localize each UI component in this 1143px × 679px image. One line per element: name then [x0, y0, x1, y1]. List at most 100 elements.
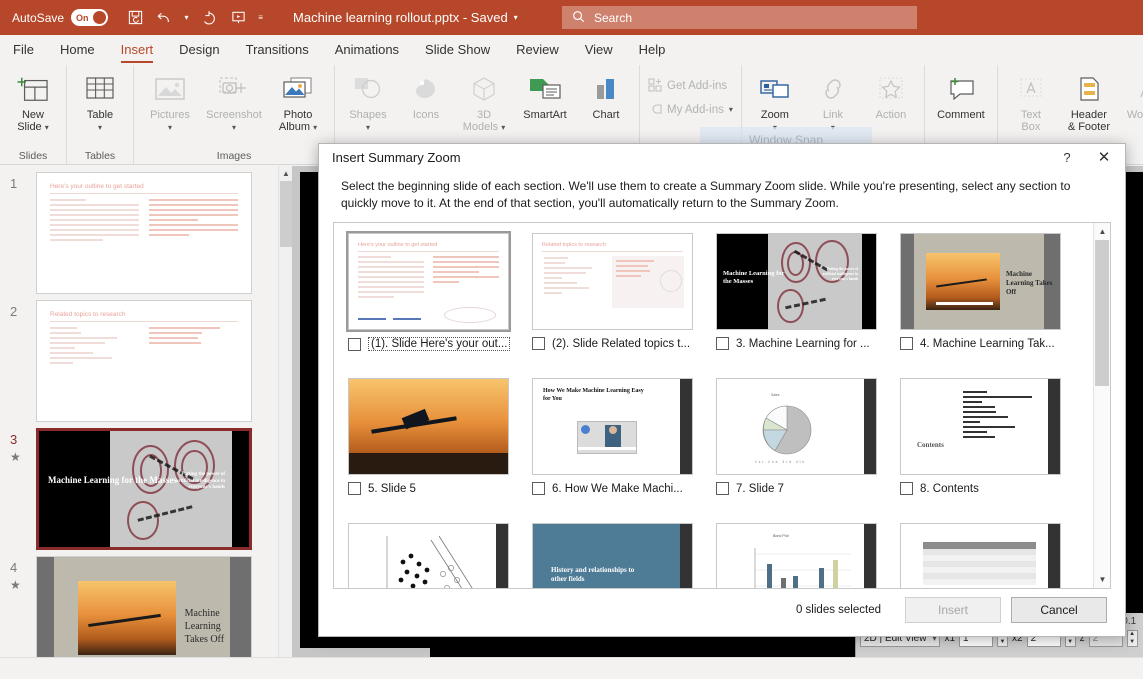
slide-picker-thumbnail-4[interactable]: Machine Learning Takes Off [900, 233, 1061, 331]
tab-home[interactable]: Home [47, 35, 108, 65]
slide-picker-label-row-1[interactable]: (1). Slide Here's your out... [348, 337, 518, 352]
slide-panel-item-1[interactable]: 1 Here's your outline to get started [0, 166, 292, 294]
slide-picker-thumbnail-6[interactable]: How We Make Machine Learning Easy for Yo… [532, 378, 693, 476]
slide-picker-item-5[interactable]: 5. Slide 5 [348, 378, 518, 523]
slide-panel-scroll-thumb[interactable] [280, 181, 292, 247]
slide-picker-item-8[interactable]: Contents 8. Contents [900, 378, 1070, 523]
help-icon[interactable]: ? [1051, 150, 1083, 165]
zoom-button[interactable]: Zoom▾ [746, 69, 804, 133]
slide-picker-scroll-down-icon[interactable]: ▼ [1094, 571, 1110, 588]
slide-panel-item-4[interactable]: 4 ★ Machine Learning Takes Off [0, 550, 292, 657]
my-add-ins-button[interactable]: My Add-ins ▾ [644, 98, 737, 122]
tab-animations[interactable]: Animations [322, 35, 412, 65]
slide-thumbnail-4[interactable]: Machine Learning Takes Off [36, 556, 252, 657]
tab-view[interactable]: View [572, 35, 626, 65]
slide-picker-item-9[interactable] [348, 523, 518, 589]
slide-picker-thumbnail-5[interactable] [348, 378, 509, 476]
slide-thumbnail-3[interactable]: Machine Learning for the Masses Putting … [36, 428, 252, 550]
slide-picker-thumbnail-7[interactable]: Sales 1st 2nd 3rd 4th [716, 378, 877, 476]
shapes-button[interactable]: Shapes ▾ [339, 69, 397, 133]
slide-picker-label-row-5[interactable]: 5. Slide 5 [348, 482, 518, 496]
slide-picker[interactable]: Here's your outline to get started (1). … [333, 222, 1111, 590]
slide-picker-item-6[interactable]: How We Make Machine Learning Easy for Yo… [532, 378, 702, 523]
cancel-button[interactable]: Cancel [1011, 596, 1107, 623]
slide-picker-item-3[interactable]: Machine Learning for the Masses Putting … [716, 233, 886, 378]
slide-picker-label-row-3[interactable]: 3. Machine Learning for ... [716, 337, 886, 351]
slide-picker-checkbox-6[interactable] [532, 482, 545, 496]
customize-quick-access-toolbar-icon[interactable]: ≡ [254, 13, 267, 22]
slide-thumbnail-2[interactable]: Related topics to research [36, 300, 252, 422]
slide-panel-scrollbar[interactable]: ▲ [278, 166, 292, 657]
slide-picker-item-11[interactable]: Bond Plot [716, 523, 886, 589]
slide-picker-checkbox-7[interactable] [716, 482, 729, 496]
undo-icon[interactable] [151, 6, 177, 30]
pictures-button[interactable]: Pictures ▾ [138, 69, 202, 133]
slide-picker-thumbnail-8[interactable]: Contents [900, 378, 1061, 476]
z-stepper[interactable]: ▲ ▼ [1126, 630, 1138, 647]
screenshot-button[interactable]: Screenshot ▾ [202, 69, 266, 133]
slide-picker-scrollbar[interactable]: ▲ ▼ [1093, 223, 1110, 589]
photo-album-button[interactable]: Photo Album ▾ [266, 69, 330, 133]
slide-picker-item-10[interactable]: History and relationships to other field… [532, 523, 702, 589]
wordart-button[interactable]: WordArt▾ [1118, 69, 1143, 133]
tab-review[interactable]: Review [503, 35, 572, 65]
slide-picker-label-row-2[interactable]: (2). Slide Related topics t... [532, 337, 702, 351]
slide-picker-checkbox-3[interactable] [716, 337, 729, 351]
get-add-ins-button[interactable]: Get Add-ins [644, 74, 737, 98]
3d-models-button[interactable]: 3D Models ▾ [455, 69, 513, 133]
slide-picker-checkbox-8[interactable] [900, 482, 913, 496]
autosave-toggle[interactable]: On [71, 9, 109, 26]
tab-insert[interactable]: Insert [108, 35, 167, 65]
document-title-dropdown-icon[interactable]: ▾ [514, 13, 518, 22]
slide-thumbnail-1[interactable]: Here's your outline to get started [36, 172, 252, 294]
slide-picker-scroll-up-icon[interactable]: ▲ [1094, 223, 1110, 240]
slide-panel-item-2[interactable]: 2 Related topics to research [0, 294, 292, 422]
slide-picker-thumbnail-11[interactable]: Bond Plot [716, 523, 877, 589]
slide-picker-thumbnail-10[interactable]: History and relationships to other field… [532, 523, 693, 589]
slide-picker-thumbnail-2[interactable]: Related topics to research [532, 233, 693, 331]
header-footer-button[interactable]: Header & Footer [1060, 69, 1118, 133]
icons-button[interactable]: Icons [397, 69, 455, 121]
comment-button[interactable]: Comment [929, 69, 993, 121]
slide-panel-item-3[interactable]: 3 ★ Machine Learning for the Masses Putt… [0, 422, 292, 550]
smartart-button[interactable]: SmartArt [513, 69, 577, 121]
slide-picker-checkbox-5[interactable] [348, 482, 361, 496]
search-box[interactable]: Search [562, 6, 917, 29]
tab-design[interactable]: Design [166, 35, 232, 65]
slide-picker-label-row-8[interactable]: 8. Contents [900, 482, 1070, 496]
redo-icon[interactable] [196, 6, 222, 30]
slide-picker-checkbox-1[interactable] [348, 337, 361, 351]
chart-button[interactable]: Chart [577, 69, 635, 121]
slide-picker-label-row-6[interactable]: 6. How We Make Machi... [532, 482, 702, 496]
save-icon[interactable] [122, 6, 148, 30]
action-button[interactable]: Action [862, 69, 920, 121]
link-button[interactable]: Link▾ [804, 69, 862, 133]
slide-picker-thumbnail-9[interactable] [348, 523, 509, 589]
slide-picker-label-row-4[interactable]: 4. Machine Learning Tak... [900, 337, 1070, 351]
insert-button[interactable]: Insert [905, 596, 1001, 623]
slide-picker-label-row-7[interactable]: 7. Slide 7 [716, 482, 886, 496]
slide-picker-item-2[interactable]: Related topics to research (2). Slide Re… [532, 233, 702, 378]
tab-help[interactable]: Help [626, 35, 679, 65]
tab-file[interactable]: File [0, 35, 47, 65]
slide-picker-thumbnail-3[interactable]: Machine Learning for the Masses Putting … [716, 233, 877, 331]
slide-picker-item-12[interactable] [900, 523, 1070, 589]
table-button[interactable]: Table ▾ [71, 69, 129, 133]
slide-picker-thumbnail-12[interactable] [900, 523, 1061, 589]
slide-panel-scroll-up-icon[interactable]: ▲ [279, 166, 292, 181]
start-presentation-icon[interactable] [225, 6, 251, 30]
tab-slide-show[interactable]: Slide Show [412, 35, 503, 65]
slide-thumbnail-panel[interactable]: 1 Here's your outline to get started 2 R… [0, 166, 292, 657]
slide-picker-scroll-thumb[interactable] [1095, 240, 1109, 387]
text-box-button[interactable]: Text Box [1002, 69, 1060, 133]
slide-picker-item-1[interactable]: Here's your outline to get started (1). … [346, 231, 518, 378]
slide-picker-checkbox-4[interactable] [900, 337, 913, 351]
tab-transitions[interactable]: Transitions [233, 35, 322, 65]
slide-picker-item-7[interactable]: Sales 1st 2nd 3rd 4th 7. Slide 7 [716, 378, 886, 523]
close-icon[interactable]: ✕ [1083, 148, 1125, 166]
slide-picker-item-4[interactable]: Machine Learning Takes Off 4. Machine Le… [900, 233, 1070, 378]
slide-picker-checkbox-2[interactable] [532, 337, 545, 351]
slide-picker-thumbnail-1[interactable]: Here's your outline to get started [346, 231, 511, 333]
my-add-ins-dropdown-icon[interactable]: ▾ [729, 106, 733, 114]
new-slide-button[interactable]: New Slide ▾ [4, 69, 62, 133]
